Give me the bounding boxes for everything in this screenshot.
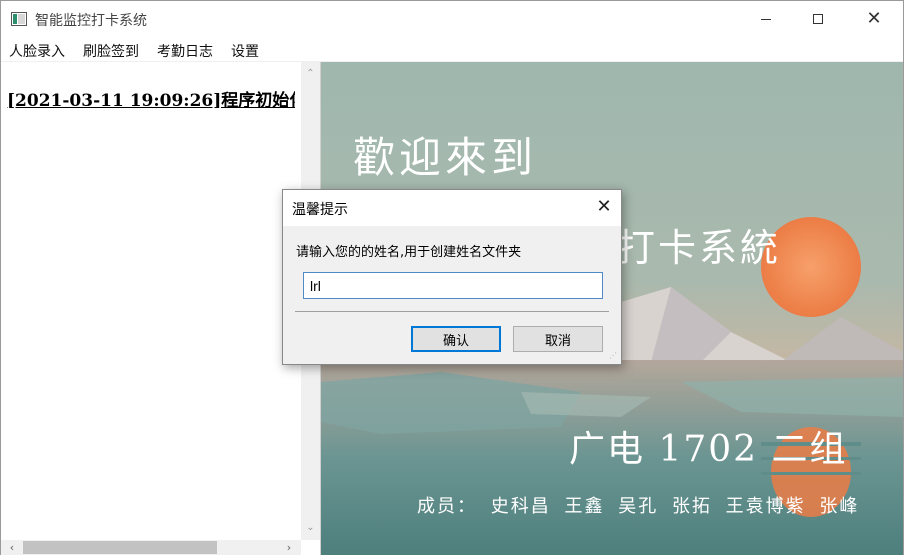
title-bar[interactable]: 智能监控打卡系统 ✕ [1, 1, 903, 37]
welcome-heading: 歡迎來到 [353, 133, 538, 182]
member-name: 吴孔 [618, 496, 659, 517]
dialog-close-icon[interactable]: ✕ [593, 196, 615, 218]
scroll-left-icon[interactable]: ‹ [6, 541, 18, 554]
name-input[interactable] [303, 272, 603, 299]
menu-settings[interactable]: 设置 [231, 41, 259, 61]
dialog-divider [295, 311, 609, 312]
log-entry: [2021-03-11 19:09:26]程序初始化 [7, 91, 295, 110]
menu-face-checkin[interactable]: 刷脸签到 [83, 41, 139, 61]
menu-bar: 人脸录入 刷脸签到 考勤日志 设置 [1, 37, 903, 61]
resize-grip-icon[interactable]: ⋰ [609, 352, 619, 362]
dialog-prompt: 请输入您的的姓名,用于创建姓名文件夹 [296, 245, 522, 260]
member-name: 王袁博紫 [725, 496, 806, 517]
scroll-down-icon[interactable]: ⌄ [305, 522, 316, 533]
dialog-title: 温馨提示 [292, 202, 348, 218]
maximize-icon [813, 14, 823, 24]
minimize-button[interactable] [741, 1, 791, 37]
group-label: 广电 1702 二组 [569, 429, 848, 470]
member-name: 张峰 [819, 496, 860, 517]
cancel-button[interactable]: 取消 [513, 326, 603, 352]
horizontal-scrollbar[interactable]: ‹ › [1, 540, 301, 555]
close-button[interactable]: ✕ [849, 1, 899, 37]
window-title: 智能监控打卡系统 [35, 13, 147, 29]
scroll-thumb[interactable] [23, 541, 217, 554]
minimize-icon [761, 18, 771, 20]
member-name: 张拓 [671, 496, 712, 517]
system-name-heading: 打卡系統 [617, 226, 782, 270]
close-icon: ✕ [866, 8, 882, 29]
confirm-button[interactable]: 确认 [411, 326, 501, 352]
name-input-dialog: 温馨提示 ✕ 请输入您的的姓名,用于创建姓名文件夹 确认 取消 ⋰ [282, 189, 622, 365]
member-name: 史科昌 [490, 496, 551, 517]
menu-attendance-log[interactable]: 考勤日志 [157, 41, 213, 61]
scroll-up-icon[interactable]: ⌃ [305, 68, 316, 79]
maximize-button[interactable] [793, 1, 843, 37]
dialog-title-bar[interactable]: 温馨提示 ✕ [283, 190, 621, 226]
scroll-right-icon[interactable]: › [283, 541, 295, 554]
members-line: 成员： 史科昌 王鑫 吴孔 张拓 王袁博紫 张峰 [417, 492, 865, 518]
menu-face-enroll[interactable]: 人脸录入 [9, 41, 65, 61]
member-name: 王鑫 [564, 496, 605, 517]
members-label: 成员： [417, 496, 477, 517]
app-icon [11, 12, 27, 26]
log-pane[interactable]: [2021-03-11 19:09:26]程序初始化 ⌃ ⌄ ‹ › [1, 62, 321, 555]
